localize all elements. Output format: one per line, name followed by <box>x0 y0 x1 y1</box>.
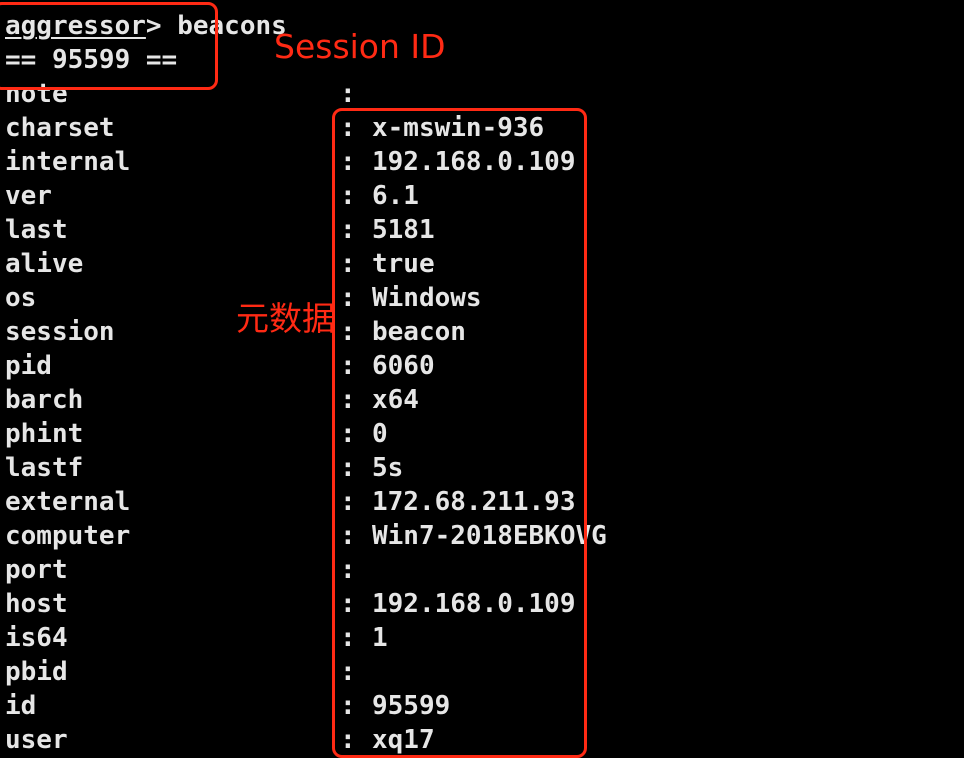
field-key: lastf <box>5 453 84 483</box>
field-key: external <box>5 487 131 517</box>
field-key: port <box>5 555 68 585</box>
field-separator: : <box>340 79 356 109</box>
field-key: computer <box>5 521 131 551</box>
field-key: is64 <box>5 623 68 653</box>
field-key: internal <box>5 147 131 177</box>
field-key: barch <box>5 385 84 415</box>
metadata-highlight-box <box>332 108 587 758</box>
field-key: phint <box>5 419 84 449</box>
field-key: last <box>5 215 68 245</box>
field-key: id <box>5 691 37 721</box>
field-key: pid <box>5 351 52 381</box>
field-key: session <box>5 317 115 347</box>
metadata-annotation: 元数据 <box>236 299 335 338</box>
field-key: alive <box>5 249 84 279</box>
session-id-highlight-box <box>0 2 218 90</box>
field-key: charset <box>5 113 115 143</box>
field-key: ver <box>5 181 52 211</box>
field-key: os <box>5 283 37 313</box>
field-key: host <box>5 589 68 619</box>
field-key: pbid <box>5 657 68 687</box>
session-id-annotation: Session ID <box>274 27 446 66</box>
